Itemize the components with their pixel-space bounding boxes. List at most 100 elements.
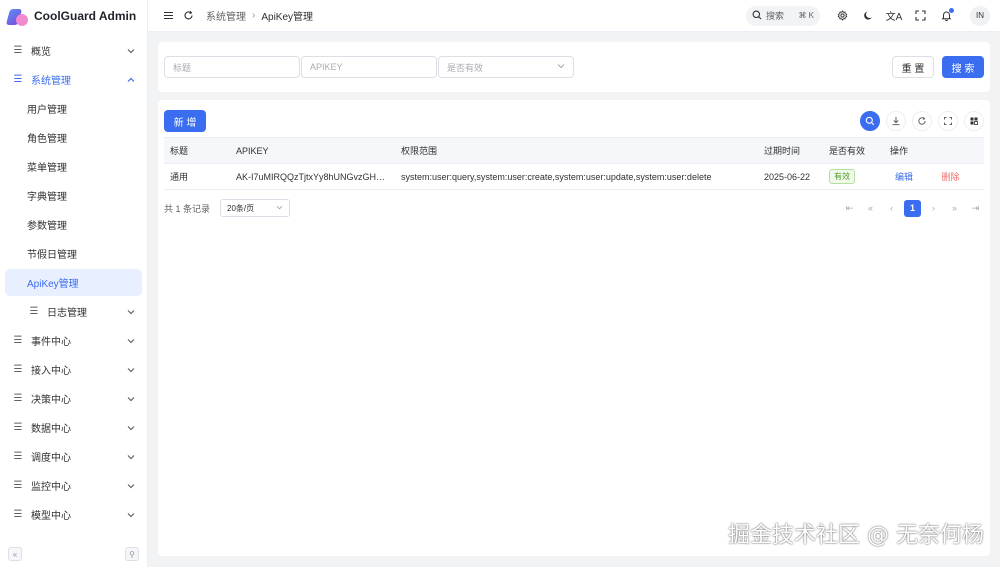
fullscreen-icon[interactable] (910, 6, 930, 26)
menu-lines-icon: ☰ (13, 335, 23, 346)
pagination: 共 1 条记录 20条/页 ⇤ « ‹ 1 › » ⇥ (164, 195, 984, 221)
sidebar-item-label: 字典管理 (27, 192, 67, 203)
pin-icon[interactable]: ⚲ (125, 547, 139, 561)
sidebar-item-dict[interactable]: 字典管理 (5, 182, 142, 209)
status-badge: 有效 (829, 169, 855, 184)
menu-lines-icon: ☰ (13, 45, 23, 56)
edit-link[interactable]: 编辑 (895, 172, 913, 182)
page-size-value: 20条/页 (227, 203, 255, 213)
sidebar-item-label: 概览 (31, 47, 51, 58)
valid-select[interactable]: 是否有效 (438, 56, 574, 78)
cell-title: 通用 (164, 163, 230, 190)
first-page-icon[interactable]: ⇤ (841, 200, 858, 217)
sidebar-item-label: 调度中心 (31, 453, 71, 464)
sidebar-item-label: 决策中心 (31, 395, 71, 406)
sidebar-item-data[interactable]: ☰ 数据中心 (5, 414, 142, 441)
search-button[interactable]: 搜 索 (942, 56, 984, 78)
menu-lines-icon: ☰ (13, 422, 23, 433)
sidebar-item-events[interactable]: ☰ 事件中心 (5, 327, 142, 354)
sidebar-item-users[interactable]: 用户管理 (5, 95, 142, 122)
search-icon (752, 10, 762, 22)
prev-group-icon[interactable]: « (862, 200, 879, 217)
bell-icon[interactable] (936, 6, 956, 26)
reset-button[interactable]: 重 置 (892, 56, 934, 78)
apikey-table-panel: 新 增 标题 APIKEY 权限范围 过期时间 是否有效 操作 通用 AK-I7… (158, 100, 990, 556)
cell-valid: 有效 (823, 163, 884, 190)
page-nav: ⇤ « ‹ 1 › » ⇥ (841, 199, 984, 217)
chevron-down-icon (126, 423, 136, 433)
table-header-row: 标题 APIKEY 权限范围 过期时间 是否有效 操作 (164, 137, 984, 164)
search-icon[interactable] (860, 111, 880, 131)
sidebar-item-holidays[interactable]: 节假日管理 (5, 240, 142, 267)
sidebar-item-access[interactable]: ☰ 接入中心 (5, 356, 142, 383)
menu-toggle-icon[interactable] (158, 6, 178, 26)
sidebar-item-decision[interactable]: ☰ 决策中心 (5, 385, 142, 412)
title-input[interactable]: 标题 (164, 56, 300, 78)
page-size-select[interactable]: 20条/页 (220, 199, 291, 217)
logo-mark-icon (5, 6, 28, 26)
notification-dot (949, 7, 954, 13)
column-header-apikey: APIKEY (230, 137, 395, 164)
add-button[interactable]: 新 增 (164, 110, 206, 132)
sidebar-item-model[interactable]: ☰ 模型中心 (5, 501, 142, 528)
column-header-expire: 过期时间 (758, 137, 823, 164)
search-label: 搜索 (766, 11, 785, 21)
sidebar-item-params[interactable]: 参数管理 (5, 211, 142, 238)
sidebar-item-label: 系统管理 (31, 76, 71, 87)
sidebar-item-overview[interactable]: ☰ 概览 (5, 37, 142, 64)
collapse-sidebar-icon[interactable]: « (8, 547, 22, 561)
fullscreen-icon[interactable] (938, 111, 958, 131)
sidebar-item-system[interactable]: ☰ 系统管理 (5, 66, 142, 93)
apikey-input[interactable]: APIKEY (301, 56, 437, 78)
sidebar-footer: « ⚲ (8, 547, 139, 561)
avatar[interactable]: IN (970, 5, 990, 26)
menu-lines-icon: ☰ (13, 393, 23, 404)
translate-icon[interactable]: 文A (884, 6, 904, 26)
sidebar-item-label: 事件中心 (31, 337, 71, 348)
sidebar-item-schedule[interactable]: ☰ 调度中心 (5, 443, 142, 470)
chevron-down-icon (126, 510, 136, 520)
chevron-down-icon (126, 307, 136, 317)
column-settings-icon[interactable] (964, 111, 984, 131)
sidebar-item-label: 菜单管理 (27, 163, 67, 174)
menu-lines-icon: ☰ (13, 364, 23, 375)
chevron-down-icon (126, 452, 136, 462)
sidebar-item-roles[interactable]: 角色管理 (5, 124, 142, 151)
app-logo[interactable]: CoolGuard Admin (0, 0, 147, 32)
menu-lines-icon: ☰ (13, 509, 23, 520)
sidebar-item-logs[interactable]: ☰ 日志管理 (5, 298, 142, 325)
sidebar-item-label: 监控中心 (31, 482, 71, 493)
next-page-icon[interactable]: › (925, 200, 942, 217)
sidebar-item-monitor[interactable]: ☰ 监控中心 (5, 472, 142, 499)
download-icon[interactable] (886, 111, 906, 131)
sidebar-item-label: 节假日管理 (27, 250, 77, 261)
gear-icon[interactable] (832, 6, 852, 26)
breadcrumb-item[interactable]: 系统管理 (206, 8, 246, 23)
search-shortcut: ⌘ K (798, 11, 814, 20)
page-number-button[interactable]: 1 (904, 199, 921, 217)
cell-scope: system:user:query,system:user:create,sys… (395, 163, 758, 190)
column-header-title: 标题 (164, 137, 230, 164)
sidebar-item-label: 接入中心 (31, 366, 71, 377)
column-header-valid: 是否有效 (823, 137, 884, 164)
sidebar-item-label: 日志管理 (47, 308, 87, 319)
sidebar-item-menus[interactable]: 菜单管理 (5, 153, 142, 180)
moon-icon[interactable] (858, 6, 878, 26)
menu-lines-icon: ☰ (13, 451, 23, 462)
chevron-right-icon: › (252, 10, 256, 21)
delete-link[interactable]: 删除 (942, 172, 960, 182)
last-page-icon[interactable]: ⇥ (967, 200, 984, 217)
title-input-placeholder: 标题 (173, 62, 192, 73)
chevron-down-icon (276, 204, 283, 213)
breadcrumb: 系统管理 › ApiKey管理 (206, 8, 313, 23)
menu-lines-icon: ☰ (13, 480, 23, 491)
prev-page-icon[interactable]: ‹ (883, 200, 900, 217)
sidebar-item-label: 参数管理 (27, 221, 67, 232)
refresh-icon[interactable] (178, 6, 198, 26)
watermark: 掘金技术社区 @ 无奈何杨 (728, 523, 984, 548)
column-header-actions: 操作 (884, 137, 984, 164)
sidebar-item-apikey[interactable]: ApiKey管理 (5, 269, 142, 296)
global-search[interactable]: 搜索 ⌘ K (746, 5, 820, 26)
refresh-icon[interactable] (912, 111, 932, 131)
next-group-icon[interactable]: » (946, 200, 963, 217)
